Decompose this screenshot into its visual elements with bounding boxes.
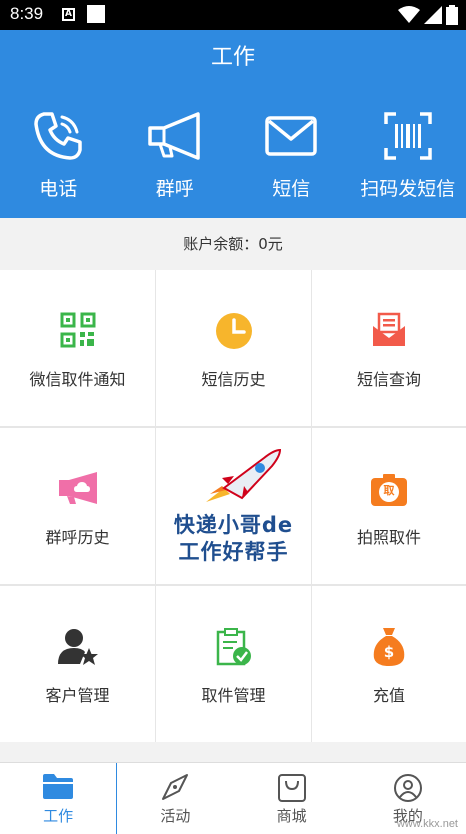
wechat-notify-button[interactable]: 微信取件通知 bbox=[0, 270, 155, 426]
status-time: 8:39 bbox=[10, 4, 44, 23]
clock-icon bbox=[215, 313, 252, 349]
compass-icon bbox=[162, 774, 189, 800]
tab-work[interactable]: 工作 bbox=[0, 763, 118, 834]
group-call-label: 群呼 bbox=[155, 178, 194, 200]
barcode-scan-icon bbox=[384, 112, 432, 160]
recharge-label: 充值 bbox=[372, 686, 405, 705]
tab-activity[interactable]: 活动 bbox=[117, 763, 233, 834]
user-star-icon bbox=[57, 629, 98, 665]
customer-manage-label: 客户管理 bbox=[45, 686, 110, 705]
pickup-manage-label: 取件管理 bbox=[201, 686, 266, 705]
qr-code-icon bbox=[60, 312, 95, 348]
mail-document-icon bbox=[373, 312, 405, 346]
pickup-manage-button[interactable]: 取件管理 bbox=[156, 586, 311, 742]
scan-sms-button[interactable]: 扫码发短信 bbox=[350, 86, 466, 218]
megaphone-cloud-icon bbox=[58, 472, 97, 504]
watermark: www.kkx.net bbox=[396, 818, 458, 830]
bottom-spacer bbox=[0, 742, 466, 762]
phone-icon bbox=[34, 112, 82, 160]
sms-history-label: 短信历史 bbox=[201, 370, 266, 389]
tab-work-label: 工作 bbox=[43, 807, 74, 825]
header-title: 工作 bbox=[0, 30, 466, 86]
folder-icon bbox=[43, 774, 74, 799]
promo-banner-line2: 工作好帮手 bbox=[178, 540, 289, 564]
photo-pickup-button[interactable]: 取 拍照取件 bbox=[312, 428, 466, 584]
account-balance: 账户余额：0元 bbox=[0, 218, 466, 270]
function-grid: 微信取件通知 短信历史 短信查询 群呼历史 快递小哥de 工作好帮手 取 拍照取… bbox=[0, 270, 466, 742]
phone-label: 电话 bbox=[39, 178, 78, 200]
scan-sms-label: 扫码发短信 bbox=[360, 178, 456, 200]
tab-mall[interactable]: 商城 bbox=[234, 763, 350, 834]
money-bag-badge: $ bbox=[383, 643, 395, 661]
promo-banner-text: 快递小哥de 工作好帮手 bbox=[156, 512, 311, 566]
promo-banner: 快递小哥de 工作好帮手 bbox=[156, 428, 311, 584]
tab-activity-label: 活动 bbox=[160, 807, 191, 825]
group-call-button[interactable]: 群呼 bbox=[117, 86, 234, 218]
recharge-button[interactable]: $ 充值 bbox=[312, 586, 466, 742]
sms-query-label: 短信查询 bbox=[356, 370, 421, 389]
quick-action-bar: 电话 群呼 短信 扫码发短信 bbox=[0, 86, 466, 218]
sms-history-button[interactable]: 短信历史 bbox=[156, 270, 311, 426]
camera-badge: 取 bbox=[383, 484, 395, 497]
group-call-history-label: 群呼历史 bbox=[45, 528, 110, 547]
wechat-notify-label: 微信取件通知 bbox=[29, 370, 126, 389]
sms-query-button[interactable]: 短信查询 bbox=[312, 270, 466, 426]
phone-button[interactable]: 电话 bbox=[0, 86, 117, 218]
battery-icon bbox=[446, 5, 458, 25]
megaphone-icon bbox=[148, 112, 200, 160]
group-call-history-button[interactable]: 群呼历史 bbox=[0, 428, 155, 584]
camera-icon: 取 bbox=[371, 474, 407, 506]
profile-icon bbox=[393, 774, 422, 802]
envelope-icon bbox=[265, 116, 317, 156]
money-bag-icon: $ bbox=[372, 628, 406, 666]
status-bar: 8:39 A bbox=[0, 0, 466, 30]
customer-manage-button[interactable]: 客户管理 bbox=[0, 586, 155, 742]
photo-pickup-label: 拍照取件 bbox=[356, 528, 421, 547]
promo-banner-line1: 快递小哥de bbox=[173, 513, 294, 537]
sms-button[interactable]: 短信 bbox=[233, 86, 350, 218]
notification-square-icon bbox=[87, 5, 105, 23]
status-icons bbox=[398, 5, 458, 25]
rocket-icon bbox=[206, 448, 282, 502]
tab-mall-label: 商城 bbox=[276, 807, 307, 825]
shopping-bag-icon bbox=[277, 774, 306, 802]
clipboard-check-icon bbox=[216, 628, 251, 666]
signal-icon bbox=[424, 6, 442, 24]
wifi-icon bbox=[398, 6, 420, 23]
notification-a-icon: A bbox=[62, 8, 75, 21]
sms-label: 短信 bbox=[272, 178, 311, 200]
